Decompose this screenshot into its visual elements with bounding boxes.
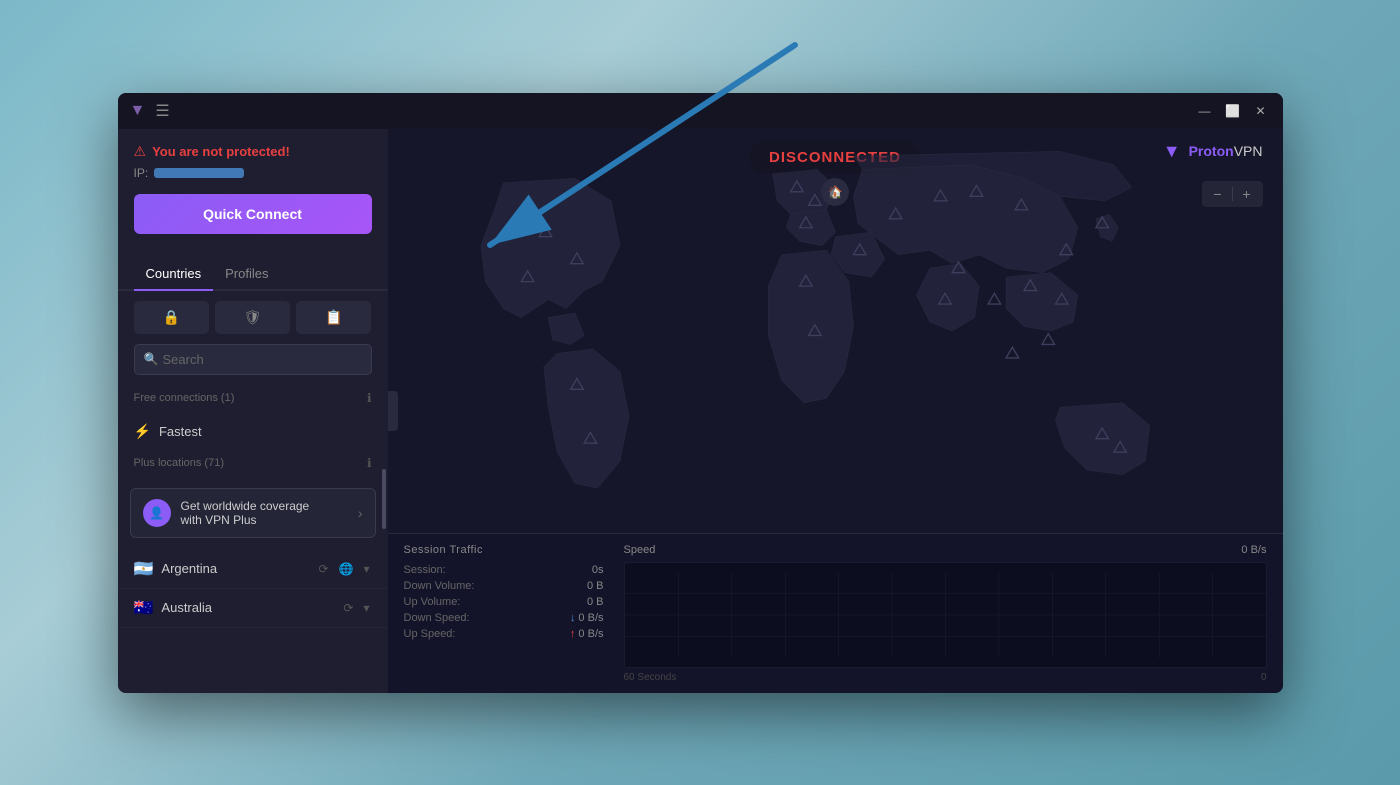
session-panel: Session Traffic Session: 0s Down Volume:… [388,533,1283,693]
search-input[interactable] [134,344,372,375]
session-traffic-title: Session Traffic [404,544,604,556]
argentina-country-name: Argentina [161,561,316,576]
speed-graph-panel: Speed 0 B/s [624,544,1267,683]
session-val-down-volume: 0 B [564,580,604,592]
search-container: 🔍 [118,344,388,375]
speed-value: 0 B/s [1241,544,1266,556]
world-map [388,129,1283,533]
tab-profiles[interactable]: Profiles [213,258,280,291]
argentina-reconnect-icon[interactable]: ⟳ [316,560,330,578]
session-row-session: Session: 0s [404,564,604,576]
main-content: ⚠ You are not protected! IP: Quick Conne… [118,129,1283,693]
country-item-australia[interactable]: 🇦🇺 Australia ⟳ ▾ [118,589,388,628]
australia-actions: ⟳ ▾ [341,599,371,617]
sidebar-collapse-button[interactable]: ‹ [388,391,398,431]
promo-title-line2: with VPN Plus [181,513,348,527]
hamburger-menu-icon[interactable]: ☰ [155,101,169,121]
free-connections-label: Free connections (1) [134,392,235,404]
australia-expand-icon[interactable]: ▾ [361,599,371,617]
tab-bar: Countries Profiles [118,258,388,291]
plus-locations-info-icon[interactable]: ℹ [367,456,372,470]
australia-flag-icon: 🇦🇺 [134,598,154,618]
session-key-session: Session: [404,564,446,576]
lock-filter-button[interactable]: 🔒 [134,301,209,334]
title-bar: ▼ ☰ — ⬜ ✕ [118,93,1283,129]
world-map-svg [388,129,1283,533]
app-logo-icon: ▼ [130,102,146,120]
session-row-up-speed: Up Speed: ↑ 0 B/s [404,628,604,640]
sidebar: ⚠ You are not protected! IP: Quick Conne… [118,129,388,693]
bolt-icon: ⚡ [134,423,151,440]
promo-text: Get worldwide coverage with VPN Plus [181,499,348,527]
session-key-down-volume: Down Volume: [404,580,475,592]
graph-footer: 60 Seconds 0 [624,672,1267,683]
ip-value-masked [154,168,244,178]
graph-time-label: 60 Seconds [624,672,677,683]
minimize-button[interactable]: — [1195,101,1215,121]
speed-title: Speed [624,544,656,556]
session-traffic-panel: Session Traffic Session: 0s Down Volume:… [404,544,604,683]
argentina-expand-icon[interactable]: ▾ [361,560,371,578]
scroll-indicator [382,469,386,529]
fastest-label: Fastest [159,424,202,439]
search-wrapper: 🔍 [134,344,372,375]
country-list: 🇦🇷 Argentina ⟳ 🌐 ▾ 🇦🇺 Australia ⟳ ▾ [118,546,388,693]
speed-header: Speed 0 B/s [624,544,1267,556]
ip-label: IP: [134,166,149,180]
right-panel: ‹ DISCONNECTED 🏠 ▼ ProtonVPN − [388,129,1283,693]
argentina-flag-icon: 🇦🇷 [134,559,154,579]
session-row-down-speed: Down Speed: ↓ 0 B/s [404,612,604,624]
free-connections-info-icon[interactable]: ℹ [367,391,372,405]
promo-avatar-icon: 👤 [149,506,164,520]
close-button[interactable]: ✕ [1251,101,1271,121]
session-val-session: 0s [564,564,604,576]
app-window: ▼ ☰ — ⬜ ✕ ⚠ You are not protected! IP: [118,93,1283,693]
argentina-globe-icon[interactable]: 🌐 [337,560,356,578]
graph-value-label: 0 [1261,672,1267,683]
vpn-plus-promo[interactable]: 👤 Get worldwide coverage with VPN Plus › [130,488,376,538]
promo-avatar: 👤 [143,499,171,527]
plus-locations-label: Plus locations (71) [134,457,225,469]
sidebar-header: ⚠ You are not protected! IP: Quick Conne… [118,129,388,258]
speed-graph [624,562,1267,668]
australia-reconnect-icon[interactable]: ⟳ [341,599,355,617]
session-val-up-volume: 0 B [564,596,604,608]
country-item-argentina[interactable]: 🇦🇷 Argentina ⟳ 🌐 ▾ [118,550,388,589]
plus-locations-header: Plus locations (71) ℹ [118,452,388,474]
session-row-down-volume: Down Volume: 0 B [404,580,604,592]
protection-status: ⚠ You are not protected! [134,143,372,160]
promo-title-line1: Get worldwide coverage [181,499,348,513]
filter-icons: 🔒 🛡 📋 [118,301,388,334]
session-key-down-speed: Down Speed: [404,612,470,624]
window-controls: — ⬜ ✕ [1195,101,1271,121]
session-key-up-speed: Up Speed: [404,628,456,640]
session-val-up-speed: ↑ 0 B/s [564,628,604,640]
session-row-up-volume: Up Volume: 0 B [404,596,604,608]
maximize-button[interactable]: ⬜ [1223,101,1243,121]
shield-filter-button[interactable]: 🛡 [215,301,290,334]
session-val-down-speed: ↓ 0 B/s [564,612,604,624]
not-protected-label: You are not protected! [152,144,290,159]
australia-country-name: Australia [161,600,341,615]
ip-row: IP: [134,166,372,180]
free-connections-header: Free connections (1) ℹ [118,387,388,409]
quick-connect-button[interactable]: Quick Connect [134,194,372,234]
notes-filter-button[interactable]: 📋 [296,301,371,334]
warning-icon: ⚠ [134,143,147,160]
promo-chevron-right-icon: › [358,505,363,521]
search-icon: 🔍 [144,352,159,366]
fastest-item[interactable]: ⚡ Fastest [118,415,388,448]
tab-countries[interactable]: Countries [134,258,214,291]
session-key-up-volume: Up Volume: [404,596,461,608]
argentina-actions: ⟳ 🌐 ▾ [316,560,371,578]
